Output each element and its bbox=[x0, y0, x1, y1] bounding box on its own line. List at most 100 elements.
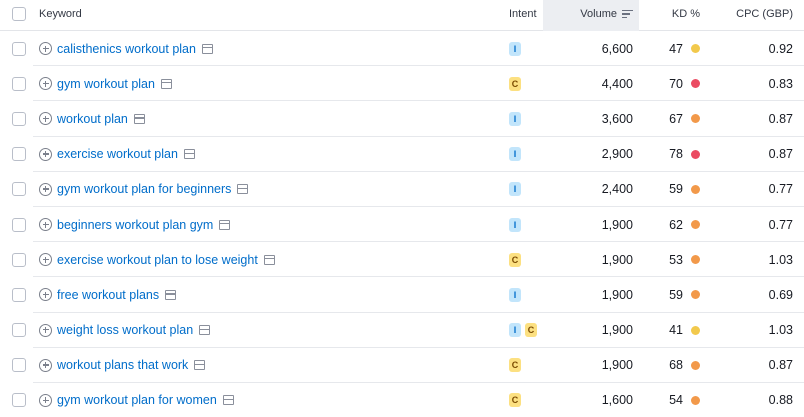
serp-features-icon[interactable] bbox=[183, 149, 195, 160]
volume-cell: 1,900 bbox=[601, 217, 633, 232]
intent-badge: I bbox=[509, 111, 521, 126]
row-checkbox[interactable] bbox=[12, 111, 26, 126]
add-to-list-icon[interactable] bbox=[39, 323, 52, 337]
kd-cell: 78 bbox=[640, 137, 700, 172]
column-header-volume[interactable]: Volume bbox=[543, 0, 633, 28]
volume-cell: 1,600 bbox=[601, 393, 633, 408]
keyword-link[interactable]: workout plans that work bbox=[57, 358, 188, 372]
table-body: calisthenics workout plan I 6,600 47 0.9… bbox=[0, 31, 804, 417]
serp-features-icon[interactable] bbox=[237, 184, 249, 195]
serp-features-icon[interactable] bbox=[194, 360, 206, 371]
intent-cell: I bbox=[509, 172, 525, 207]
kd-value: 78 bbox=[669, 147, 683, 162]
intent-cell: I bbox=[509, 277, 525, 312]
kd-value: 62 bbox=[669, 217, 683, 232]
column-header-intent[interactable]: Intent bbox=[509, 0, 537, 28]
add-to-list-icon[interactable] bbox=[39, 288, 52, 302]
table-row: gym workout plan for beginners I 2,400 5… bbox=[0, 172, 804, 208]
select-all-checkbox[interactable] bbox=[12, 7, 26, 21]
intent-cell: I bbox=[509, 137, 525, 172]
column-header-cpc[interactable]: CPC (GBP) bbox=[700, 0, 793, 28]
keyword-link[interactable]: free workout plans bbox=[57, 288, 159, 302]
table-row: free workout plans I 1,900 59 0.69 bbox=[0, 277, 804, 313]
kd-difficulty-dot bbox=[691, 360, 700, 370]
intent-badge: I bbox=[509, 217, 521, 232]
add-to-list-icon[interactable] bbox=[39, 358, 52, 372]
cpc-cell: 0.83 bbox=[768, 76, 793, 91]
add-to-list-icon[interactable] bbox=[39, 77, 52, 91]
kd-value: 67 bbox=[669, 111, 683, 126]
intent-badge: C bbox=[509, 252, 521, 267]
kd-value: 53 bbox=[669, 252, 683, 267]
table-header: Keyword Intent Volume KD % CPC (GBP) bbox=[0, 0, 804, 31]
row-checkbox[interactable] bbox=[12, 147, 26, 162]
sort-descending-icon[interactable] bbox=[622, 9, 633, 19]
kd-cell: 47 bbox=[640, 31, 700, 66]
kd-cell: 68 bbox=[640, 348, 700, 383]
serp-features-icon[interactable] bbox=[219, 219, 231, 230]
keyword-cell: gym workout plan bbox=[39, 66, 172, 101]
kd-cell: 53 bbox=[640, 242, 700, 277]
keyword-cell: free workout plans bbox=[39, 277, 177, 312]
row-checkbox[interactable] bbox=[12, 182, 26, 197]
add-to-list-icon[interactable] bbox=[39, 393, 52, 407]
column-header-kd[interactable]: KD % bbox=[640, 0, 700, 28]
row-checkbox[interactable] bbox=[12, 41, 26, 56]
row-checkbox[interactable] bbox=[12, 323, 26, 338]
volume-cell: 1,900 bbox=[601, 323, 633, 338]
row-checkbox[interactable] bbox=[12, 393, 26, 408]
kd-cell: 67 bbox=[640, 101, 700, 136]
row-select-cell bbox=[12, 348, 26, 383]
keyword-link[interactable]: beginners workout plan gym bbox=[57, 218, 213, 232]
volume-cell: 1,900 bbox=[601, 358, 633, 373]
row-checkbox[interactable] bbox=[12, 358, 26, 373]
serp-features-icon[interactable] bbox=[199, 325, 211, 336]
row-select-cell bbox=[12, 277, 26, 312]
keyword-cell: gym workout plan for beginners bbox=[39, 172, 249, 207]
keyword-link[interactable]: calisthenics workout plan bbox=[57, 42, 196, 56]
keyword-link[interactable]: exercise workout plan bbox=[57, 147, 178, 161]
add-to-list-icon[interactable] bbox=[39, 253, 52, 267]
intent-badge: C bbox=[525, 323, 537, 338]
serp-features-icon[interactable] bbox=[160, 78, 172, 89]
keyword-link[interactable]: workout plan bbox=[57, 112, 128, 126]
serp-features-icon[interactable] bbox=[263, 254, 275, 265]
row-checkbox[interactable] bbox=[12, 217, 26, 232]
serp-features-icon[interactable] bbox=[222, 395, 234, 406]
row-select-cell bbox=[12, 66, 26, 101]
kd-difficulty-dot bbox=[691, 290, 700, 300]
add-to-list-icon[interactable] bbox=[39, 42, 52, 56]
row-checkbox[interactable] bbox=[12, 252, 26, 267]
add-to-list-icon[interactable] bbox=[39, 218, 52, 232]
serp-features-icon[interactable] bbox=[201, 43, 213, 54]
kd-difficulty-dot bbox=[691, 325, 700, 335]
keyword-cell: weight loss workout plan bbox=[39, 313, 211, 348]
add-to-list-icon[interactable] bbox=[39, 112, 52, 126]
add-to-list-icon[interactable] bbox=[39, 182, 52, 196]
kd-difficulty-dot bbox=[691, 79, 700, 89]
row-select-cell bbox=[12, 31, 26, 66]
volume-cell: 4,400 bbox=[601, 76, 633, 91]
cpc-cell: 0.69 bbox=[768, 287, 793, 302]
intent-cell: I bbox=[509, 101, 525, 136]
kd-cell: 62 bbox=[640, 207, 700, 242]
keyword-cell: workout plans that work bbox=[39, 348, 206, 383]
cpc-cell: 1.03 bbox=[768, 323, 793, 338]
row-select-cell bbox=[12, 383, 26, 417]
keyword-link[interactable]: gym workout plan bbox=[57, 77, 155, 91]
cpc-cell: 0.87 bbox=[768, 147, 793, 162]
keyword-link[interactable]: exercise workout plan to lose weight bbox=[57, 253, 258, 267]
kd-difficulty-dot bbox=[691, 255, 700, 265]
keyword-link[interactable]: weight loss workout plan bbox=[57, 323, 193, 337]
column-header-keyword[interactable]: Keyword bbox=[39, 0, 82, 28]
row-checkbox[interactable] bbox=[12, 287, 26, 302]
row-select-cell bbox=[12, 172, 26, 207]
serp-features-icon[interactable] bbox=[165, 289, 177, 300]
row-checkbox[interactable] bbox=[12, 76, 26, 91]
intent-cell: C bbox=[509, 348, 525, 383]
keyword-link[interactable]: gym workout plan for beginners bbox=[57, 182, 231, 196]
serp-features-icon[interactable] bbox=[133, 113, 145, 124]
add-to-list-icon[interactable] bbox=[39, 147, 52, 161]
intent-badge: C bbox=[509, 76, 521, 91]
keyword-link[interactable]: gym workout plan for women bbox=[57, 393, 217, 407]
